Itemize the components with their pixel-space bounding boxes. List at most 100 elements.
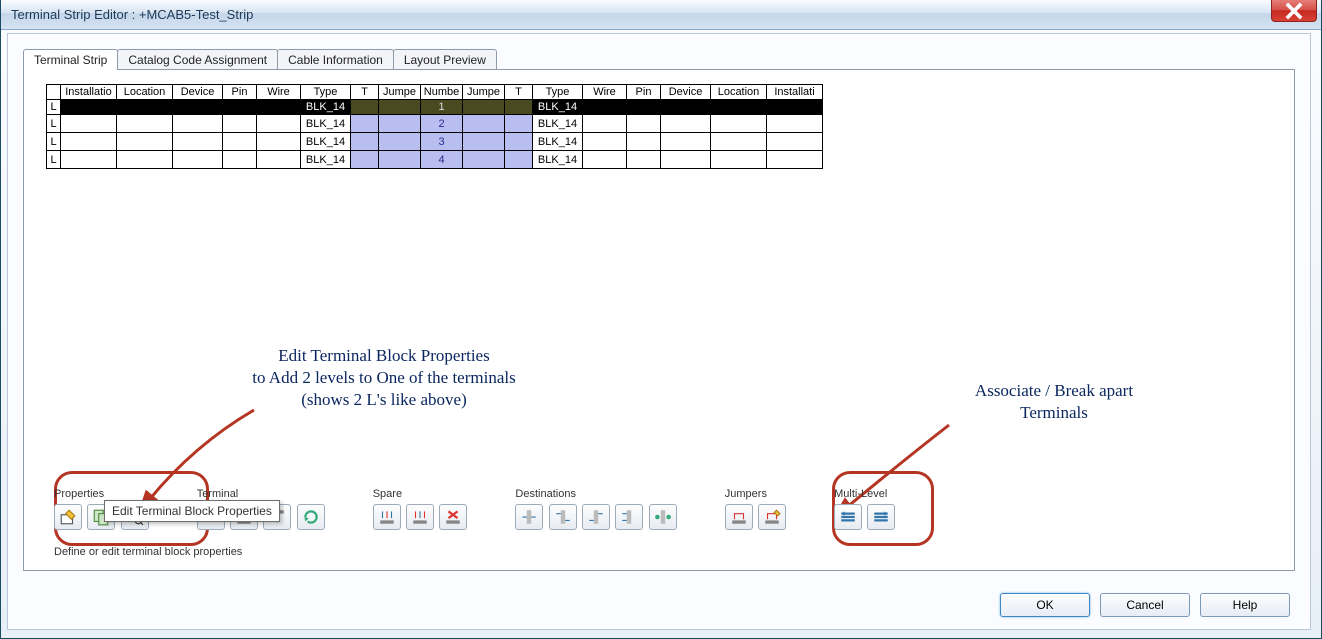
cell-type-l: BLK_14 <box>301 151 351 169</box>
cell-number: 1 <box>421 100 463 115</box>
cancel-button[interactable]: Cancel <box>1100 593 1190 617</box>
col-pin-l: Pin <box>223 85 257 100</box>
dest-icon <box>554 508 572 526</box>
insert-spare-button[interactable] <box>373 504 401 530</box>
dialog-buttons: OK Cancel Help <box>1000 593 1290 617</box>
table-row[interactable]: L BLK_14 2 BLK_14 <box>47 115 823 133</box>
window: Terminal Strip Editor : +MCAB5-Test_Stri… <box>0 0 1322 639</box>
dest-btn-5[interactable] <box>649 504 677 530</box>
status-text: Define or edit terminal block properties <box>54 546 242 558</box>
tooltip: Edit Terminal Block Properties <box>104 500 280 522</box>
insert-spare-icon <box>378 508 396 526</box>
col-type-l: Type <box>301 85 351 100</box>
cell-number: 3 <box>421 133 463 151</box>
delete-jumper-button[interactable] <box>758 504 786 530</box>
dialog-body: Terminal Strip Catalog Code Assignment C… <box>7 33 1311 630</box>
table-row[interactable]: L BLK_14 3 BLK_14 <box>47 133 823 151</box>
cell-number: 4 <box>421 151 463 169</box>
cell-l: L <box>47 100 61 115</box>
ok-button[interactable]: OK <box>1000 593 1090 617</box>
col-wire-r: Wire <box>583 85 627 100</box>
tab-terminal-strip[interactable]: Terminal Strip <box>23 49 118 70</box>
dest-icon <box>654 508 672 526</box>
group-destinations: Destinations <box>507 484 686 538</box>
dest-btn-1[interactable] <box>515 504 543 530</box>
delete-spare-button[interactable] <box>439 504 467 530</box>
annotation-associate: Associate / Break apart Terminals <box>944 380 1164 424</box>
annotation-edit-props: Edit Terminal Block Properties to Add 2 … <box>224 345 544 411</box>
col-device-l: Device <box>173 85 223 100</box>
cell-l: L <box>47 133 61 151</box>
cell-type-r: BLK_14 <box>533 133 583 151</box>
cell-type-r: BLK_14 <box>533 151 583 169</box>
table-header-row: Installatio Location Device Pin Wire Typ… <box>47 85 823 100</box>
edit-icon <box>59 508 77 526</box>
col-t-l: T <box>351 85 379 100</box>
tabpane: Installatio Location Device Pin Wire Typ… <box>23 69 1295 571</box>
cell-type-r: BLK_14 <box>533 115 583 133</box>
col-number: Numbe <box>421 85 463 100</box>
annotation-line: Edit Terminal Block Properties <box>278 346 489 365</box>
col-install-r: Installati <box>767 85 823 100</box>
cell-type-l: BLK_14 <box>301 115 351 133</box>
annotation-line: (shows 2 L's like above) <box>301 390 466 409</box>
help-button[interactable]: Help <box>1200 593 1290 617</box>
jumper-icon <box>730 508 748 526</box>
col-type-r: Type <box>533 85 583 100</box>
close-icon <box>1285 2 1303 20</box>
tab-cable-info[interactable]: Cable Information <box>277 49 394 70</box>
assign-jumper-button[interactable] <box>725 504 753 530</box>
col-l <box>47 85 61 100</box>
tab-layout-preview[interactable]: Layout Preview <box>393 49 497 70</box>
associate-terminals-button[interactable] <box>834 504 862 530</box>
jumper-del-icon <box>763 508 781 526</box>
group-label: Properties <box>54 488 151 500</box>
dest-icon <box>587 508 605 526</box>
col-jumper-r: Jumpe <box>463 85 505 100</box>
titlebar: Terminal Strip Editor : +MCAB5-Test_Stri… <box>1 0 1321 30</box>
insert-accessory-button[interactable] <box>406 504 434 530</box>
group-label: Multi-Level <box>834 488 897 500</box>
cell-type-l: BLK_14 <box>301 100 351 115</box>
window-title: Terminal Strip Editor : +MCAB5-Test_Stri… <box>11 7 253 22</box>
break-icon <box>872 508 890 526</box>
table-row[interactable]: L BLK_14 4 BLK_14 <box>47 151 823 169</box>
tabbar: Terminal Strip Catalog Code Assignment C… <box>23 49 1310 70</box>
group-label: Destinations <box>515 488 678 500</box>
tab-catalog-code[interactable]: Catalog Code Assignment <box>117 49 278 70</box>
col-location-r: Location <box>711 85 767 100</box>
insert-acc-icon <box>411 508 429 526</box>
terminal-table[interactable]: Installatio Location Device Pin Wire Typ… <box>46 84 823 169</box>
cell-l: L <box>47 115 61 133</box>
reassign-button[interactable] <box>297 504 325 530</box>
dest-btn-4[interactable] <box>615 504 643 530</box>
col-jumper-l: Jumpe <box>379 85 421 100</box>
break-apart-button[interactable] <box>867 504 895 530</box>
col-location-l: Location <box>117 85 173 100</box>
dest-btn-3[interactable] <box>582 504 610 530</box>
close-button[interactable] <box>1271 0 1317 22</box>
dest-btn-2[interactable] <box>549 504 577 530</box>
annotation-line: to Add 2 levels to One of the terminals <box>252 368 515 387</box>
col-install-l: Installatio <box>61 85 117 100</box>
dest-icon <box>520 508 538 526</box>
edit-block-props-button[interactable] <box>54 504 82 530</box>
delete-spare-icon <box>444 508 462 526</box>
cell-type-l: BLK_14 <box>301 133 351 151</box>
group-label: Jumpers <box>725 488 788 500</box>
group-label: Spare <box>373 488 470 500</box>
col-pin-r: Pin <box>627 85 661 100</box>
dest-icon <box>620 508 638 526</box>
col-device-r: Device <box>661 85 711 100</box>
associate-icon <box>839 508 857 526</box>
annotation-line: Terminals <box>1020 403 1088 422</box>
annotation-line: Associate / Break apart <box>975 381 1133 400</box>
cell-number: 2 <box>421 115 463 133</box>
table-row[interactable]: L BLK_14 1 BLK_14 <box>47 100 823 115</box>
group-spare: Spare <box>365 484 478 538</box>
group-label: Terminal <box>197 488 327 500</box>
group-multilevel: Multi-Level <box>826 484 905 538</box>
cell-type-r: BLK_14 <box>533 100 583 115</box>
col-wire-l: Wire <box>257 85 301 100</box>
col-t-r: T <box>505 85 533 100</box>
